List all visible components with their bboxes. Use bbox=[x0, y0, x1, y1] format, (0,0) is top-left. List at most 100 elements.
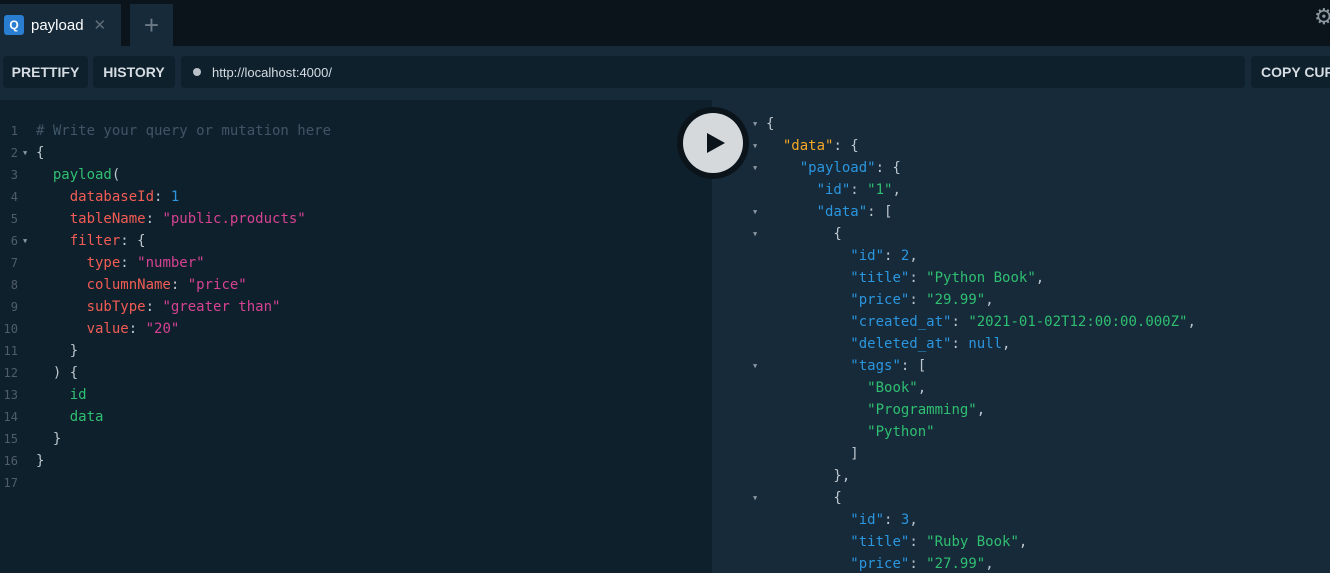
code-token: "public.products" bbox=[162, 211, 306, 227]
code-token: "id" bbox=[850, 512, 885, 528]
line-number: 8 bbox=[10, 278, 18, 292]
code-token: ) { bbox=[36, 365, 79, 381]
fold-toggle-icon[interactable]: ▼ bbox=[23, 230, 27, 252]
code-line: 14 data bbox=[0, 406, 712, 428]
tab-payload[interactable]: Q payload ✕ bbox=[0, 4, 121, 46]
code-token: : { bbox=[833, 138, 859, 154]
line-content: "Python" bbox=[766, 421, 935, 443]
run-query-button[interactable] bbox=[677, 107, 749, 179]
code-token: ] bbox=[766, 446, 859, 462]
code-token: } bbox=[36, 431, 62, 447]
line-content: "Book", bbox=[766, 377, 926, 399]
code-token: filter bbox=[69, 233, 121, 249]
code-token: } bbox=[36, 453, 45, 469]
query-editor[interactable]: 1 # Write your query or mutation here 2 ▼ {3… bbox=[0, 100, 712, 573]
play-icon bbox=[707, 133, 725, 153]
code-line: 5 tableName: "public.products" bbox=[0, 208, 712, 230]
result-line: "id": 2, bbox=[712, 245, 1330, 267]
result-line: ▼ "tags": [ bbox=[712, 355, 1330, 377]
fold-toggle-icon[interactable]: ▼ bbox=[753, 355, 757, 377]
result-line: "title": "Ruby Book", bbox=[712, 531, 1330, 553]
code-token: "tags" bbox=[850, 358, 901, 374]
code-token: columnName bbox=[86, 277, 171, 293]
result-line: "Python" bbox=[712, 421, 1330, 443]
code-line: 2 ▼ { bbox=[0, 142, 712, 164]
code-line: 16} bbox=[0, 450, 712, 472]
code-line: 1 # Write your query or mutation here bbox=[0, 120, 712, 142]
code-token: : bbox=[170, 277, 188, 293]
code-token: databaseId bbox=[69, 189, 155, 205]
line-number: 16 bbox=[3, 454, 18, 468]
code-token: "price" bbox=[850, 292, 910, 308]
result-line: "deleted_at": null, bbox=[712, 333, 1330, 355]
line-content: "id": 2, bbox=[766, 245, 917, 267]
code-token: "29.99" bbox=[926, 292, 986, 308]
code-token: : { bbox=[120, 233, 146, 249]
line-content: { bbox=[766, 113, 774, 135]
line-number: 10 bbox=[3, 322, 18, 336]
line-content: "price": "29.99", bbox=[766, 289, 994, 311]
code-token: "price" bbox=[187, 277, 247, 293]
code-token: "Python" bbox=[867, 424, 935, 440]
line-content: "payload": { bbox=[766, 157, 901, 179]
add-tab-button[interactable]: + bbox=[130, 4, 173, 46]
code-token: : bbox=[145, 211, 163, 227]
fold-toggle-icon[interactable]: ▼ bbox=[753, 135, 757, 157]
fold-toggle-icon[interactable]: ▼ bbox=[753, 223, 757, 245]
code-token: , bbox=[985, 292, 994, 308]
result-line: "price": "27.99", bbox=[712, 553, 1330, 573]
code-token: : bbox=[909, 292, 927, 308]
code-token: , bbox=[976, 402, 986, 418]
result-line: ▼ { bbox=[712, 223, 1330, 245]
query-code[interactable]: 1 # Write your query or mutation here 2 ▼ {3… bbox=[0, 120, 712, 494]
fold-toggle-icon[interactable]: ▼ bbox=[753, 157, 757, 179]
result-viewer: ▼{▼ "data": {▼ "payload": { "id": "1", ▼ … bbox=[712, 100, 1330, 573]
result-line: "Book", bbox=[712, 377, 1330, 399]
line-content: "deleted_at": null, bbox=[766, 333, 1010, 355]
result-line: "Programming", bbox=[712, 399, 1330, 421]
code-token: : bbox=[128, 321, 146, 337]
copy-curl-button[interactable]: COPY CURL bbox=[1251, 56, 1330, 88]
fold-toggle-icon[interactable]: ▼ bbox=[753, 487, 757, 509]
line-number: 11 bbox=[3, 344, 18, 358]
endpoint-url-input[interactable]: http://localhost:4000/ bbox=[181, 56, 1245, 88]
code-token: 1 bbox=[170, 189, 180, 205]
result-line: ▼{ bbox=[712, 113, 1330, 135]
tab-label: payload bbox=[31, 16, 84, 34]
code-token: : bbox=[145, 299, 163, 315]
code-token: "title" bbox=[850, 534, 910, 550]
code-token: , bbox=[1187, 314, 1196, 330]
code-token: "20" bbox=[145, 321, 180, 337]
code-token: "27.99" bbox=[926, 556, 986, 572]
code-token: "title" bbox=[850, 270, 910, 286]
gear-icon[interactable]: ⚙ bbox=[1314, 6, 1330, 28]
code-token: ( bbox=[111, 167, 121, 183]
line-content: "data": [ bbox=[766, 201, 893, 223]
code-token: "number" bbox=[137, 255, 205, 271]
line-content: }, bbox=[766, 465, 850, 487]
fold-toggle-icon[interactable]: ▼ bbox=[753, 113, 757, 135]
code-token: { bbox=[36, 145, 45, 161]
code-line: 10 value: "20" bbox=[0, 318, 712, 340]
tab-bar: Q payload ✕ + ⚙ bbox=[0, 0, 1330, 46]
code-line: 15 } bbox=[0, 428, 712, 450]
prettify-button[interactable]: PRETTIFY bbox=[3, 56, 88, 88]
code-token: , bbox=[985, 556, 994, 572]
fold-toggle-icon[interactable]: ▼ bbox=[23, 142, 27, 164]
code-token: id bbox=[69, 387, 87, 403]
code-token: , bbox=[909, 512, 918, 528]
close-icon[interactable]: ✕ bbox=[94, 18, 107, 33]
code-token: : bbox=[850, 182, 868, 198]
fold-toggle-icon[interactable]: ▼ bbox=[753, 201, 757, 223]
history-button[interactable]: HISTORY bbox=[93, 56, 175, 88]
